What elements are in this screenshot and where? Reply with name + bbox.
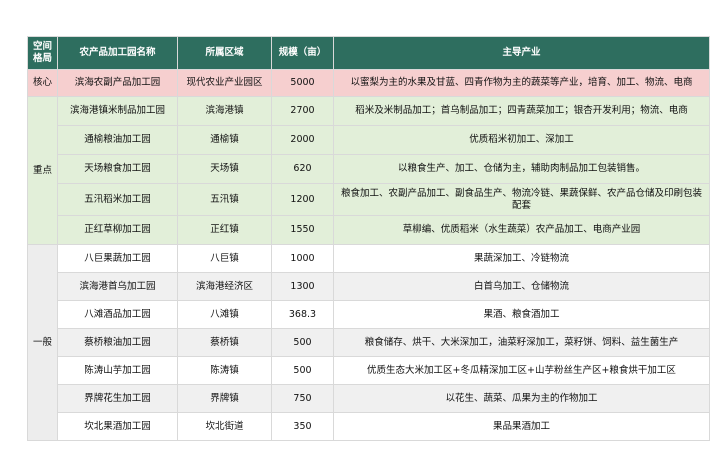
- park-industry: 果蔬深加工、冷链物流: [333, 244, 710, 273]
- layout-core-cell: 核心: [27, 69, 58, 97]
- park-region: 八滩镇: [177, 300, 272, 329]
- park-name: 滨海农副产品加工园: [57, 69, 178, 97]
- park-region: 界牌镇: [177, 384, 272, 413]
- park-name: 坎北果酒加工园: [57, 412, 178, 441]
- park-region: 八巨镇: [177, 244, 272, 273]
- park-industry: 粮食加工、农副产品加工、副食品生产、物流冷链、果蔬保鲜、农产品仓储及印刷包装配套: [333, 183, 710, 216]
- park-name: 通榆粮油加工园: [57, 125, 178, 155]
- park-name: 五汛稻米加工园: [57, 183, 178, 216]
- park-industry: 以蜜梨为主的水果及甘蓝、四青作物为主的蔬菜等产业，培育、加工、物流、电商: [333, 69, 710, 97]
- park-name: 天场粮食加工园: [57, 154, 178, 184]
- park-region: 坎北街道: [177, 412, 272, 441]
- table-row: 通榆粮油加工园 通榆镇 2000 优质稻米初加工、深加工: [28, 125, 710, 155]
- table-row: 正红草柳加工园 正红镇 1550 草柳编、优质稻米（水生蔬菜）农产品加工、电商产…: [28, 215, 710, 245]
- table-row: 滨海港首乌加工园 滨海港经济区 1300 白首乌加工、仓储物流: [28, 272, 710, 301]
- park-region: 滨海港经济区: [177, 272, 272, 301]
- park-industry: 草柳编、优质稻米（水生蔬菜）农产品加工、电商产业园: [333, 215, 710, 245]
- layout-general-cell: 一般: [27, 244, 58, 441]
- park-name: 蔡桥粮油加工园: [57, 328, 178, 357]
- park-industry: 果酒、粮食酒加工: [333, 300, 710, 329]
- park-name: 滨海港镇米制品加工园: [57, 96, 178, 126]
- park-industry: 粮食储存、烘干、大米深加工，油菜籽深加工，菜籽饼、饲料、益生菌生产: [333, 328, 710, 357]
- park-name: 八滩酒品加工园: [57, 300, 178, 329]
- park-region: 正红镇: [177, 215, 272, 245]
- park-region: 天场镇: [177, 154, 272, 184]
- park-scale: 1200: [271, 183, 334, 216]
- table-row: 坎北果酒加工园 坎北街道 350 果品果酒加工: [28, 412, 710, 441]
- park-scale: 500: [271, 356, 334, 385]
- table-row: 陈涛山芋加工园 陈涛镇 500 优质生态大米加工区+冬瓜精深加工区+山芋粉丝生产…: [28, 356, 710, 385]
- park-name: 滨海港首乌加工园: [57, 272, 178, 301]
- park-industry: 稻米及米制品加工；首乌制品加工；四青蔬菜加工；银杏开发利用；物流、电商: [333, 96, 710, 126]
- park-scale: 368.3: [271, 300, 334, 329]
- park-scale: 750: [271, 384, 334, 413]
- table-row: 核心 滨海农副产品加工园 现代农业产业园区 5000 以蜜梨为主的水果及甘蓝、四…: [27, 69, 710, 97]
- header-scale: 规模（亩）: [271, 36, 334, 70]
- park-name: 八巨果蔬加工园: [57, 244, 178, 273]
- park-scale: 5000: [271, 69, 334, 97]
- park-region: 滨海港镇: [177, 96, 272, 126]
- park-region: 五汛镇: [177, 183, 272, 216]
- park-region: 陈涛镇: [177, 356, 272, 385]
- park-name: 陈涛山芋加工园: [57, 356, 178, 385]
- park-region: 现代农业产业园区: [177, 69, 272, 97]
- park-industry: 以粮食生产、加工、仓储为主，辅助肉制品加工包装销售。: [333, 154, 710, 184]
- park-name: 界牌花生加工园: [57, 384, 178, 413]
- park-scale: 500: [271, 328, 334, 357]
- park-scale: 1300: [271, 272, 334, 301]
- park-scale: 1000: [271, 244, 334, 273]
- park-scale: 1550: [271, 215, 334, 245]
- park-industry: 以花生、蔬菜、瓜果为主的作物加工: [333, 384, 710, 413]
- table-row: 五汛稻米加工园 五汛镇 1200 粮食加工、农副产品加工、副食品生产、物流冷链、…: [28, 183, 710, 216]
- park-scale: 620: [271, 154, 334, 184]
- table-row: 天场粮食加工园 天场镇 620 以粮食生产、加工、仓储为主，辅助肉制品加工包装销…: [28, 154, 710, 184]
- table-row: 重点 滨海港镇米制品加工园 滨海港镇 2700 稻米及米制品加工；首乌制品加工；…: [27, 96, 710, 245]
- header-name: 农产品加工园名称: [57, 36, 178, 70]
- park-region: 通榆镇: [177, 125, 272, 155]
- header-industry: 主导产业: [333, 36, 710, 70]
- park-scale: 2000: [271, 125, 334, 155]
- park-industry: 优质稻米初加工、深加工: [333, 125, 710, 155]
- park-scale: 350: [271, 412, 334, 441]
- header-layout: 空间 格局: [27, 36, 58, 70]
- park-region: 蔡桥镇: [177, 328, 272, 357]
- park-name: 正红草柳加工园: [57, 215, 178, 245]
- park-industry: 优质生态大米加工区+冬瓜精深加工区+山芋粉丝生产区+粮食烘干加工区: [333, 356, 710, 385]
- park-scale: 2700: [271, 96, 334, 126]
- layout-key-cell: 重点: [27, 96, 58, 245]
- industrial-park-table: 空间 格局 农产品加工园名称 所属区域 规模（亩） 主导产业 核心 滨海农副产品…: [27, 36, 710, 441]
- park-industry: 果品果酒加工: [333, 412, 710, 441]
- table-row: 八滩酒品加工园 八滩镇 368.3 果酒、粮食酒加工: [28, 300, 710, 329]
- park-industry: 白首乌加工、仓储物流: [333, 272, 710, 301]
- header-row: 空间 格局 农产品加工园名称 所属区域 规模（亩） 主导产业: [27, 36, 710, 70]
- header-region: 所属区域: [177, 36, 272, 70]
- table-row: 蔡桥粮油加工园 蔡桥镇 500 粮食储存、烘干、大米深加工，油菜籽深加工，菜籽饼…: [28, 328, 710, 357]
- table-row: 一般 八巨果蔬加工园 八巨镇 1000 果蔬深加工、冷链物流: [27, 244, 710, 441]
- table-row: 界牌花生加工园 界牌镇 750 以花生、蔬菜、瓜果为主的作物加工: [28, 384, 710, 413]
